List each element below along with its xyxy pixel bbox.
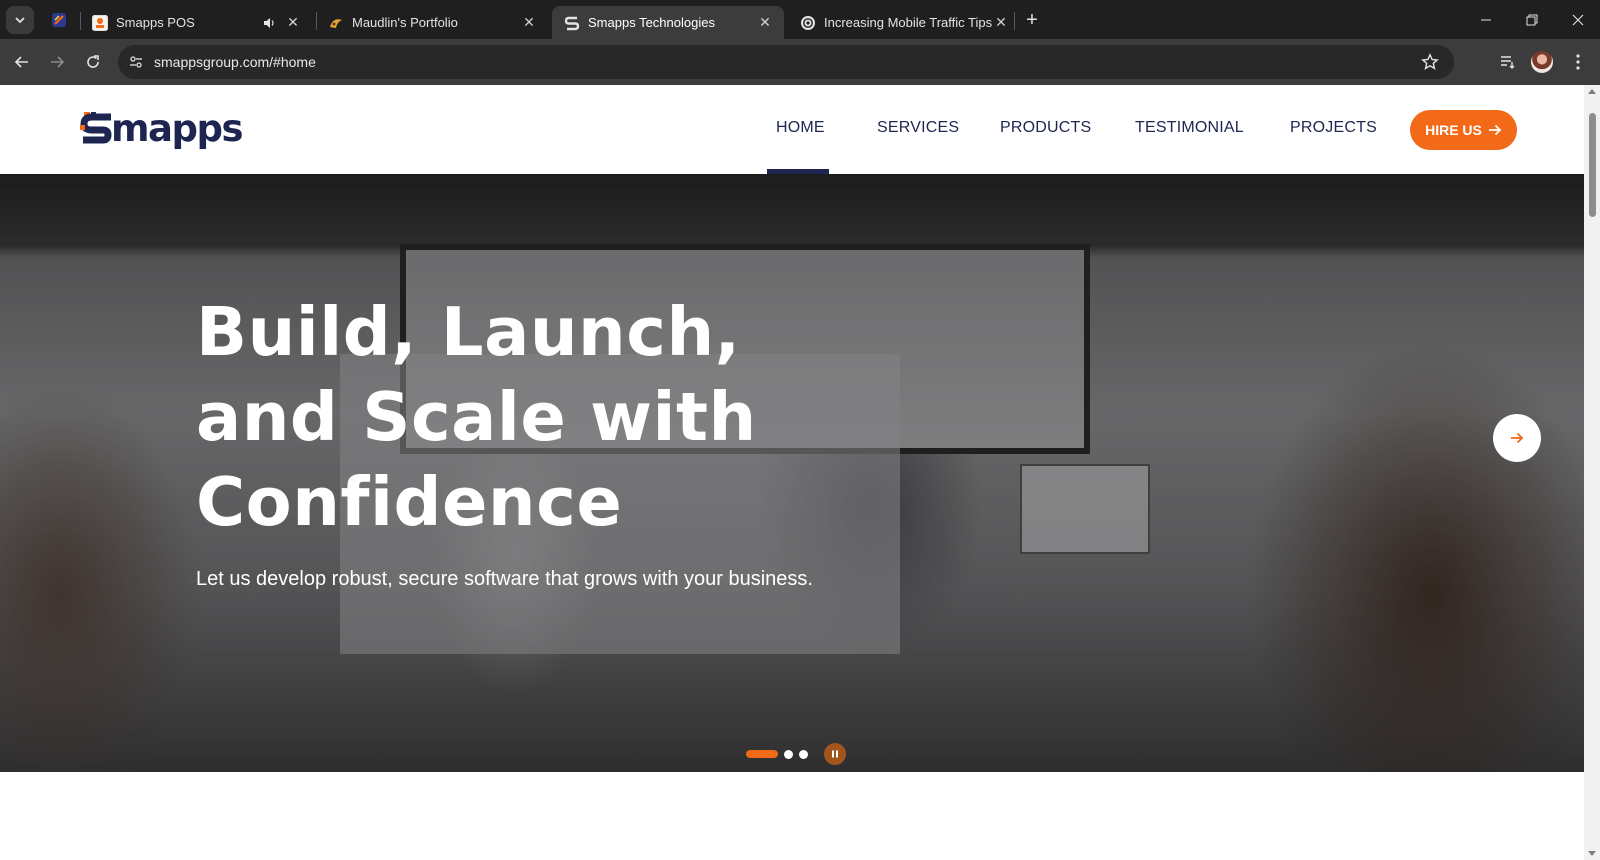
site-info-icon[interactable] [124,50,148,74]
hire-us-label: HIRE US [1425,122,1482,138]
hero-slider: Build, Launch, and Scale with Confidence… [0,174,1584,772]
close-icon [1572,14,1584,25]
arrow-right-icon [1488,124,1502,136]
reload-button[interactable] [79,48,107,76]
slide-dot[interactable] [799,749,808,759]
restore-icon [1526,14,1538,25]
tab-title: Maudlin's Portfolio [352,15,458,30]
browser-menu-icon[interactable] [1566,50,1590,74]
browser-toolbar: smappsgroup.com/#home [0,39,1600,85]
profile-avatar[interactable] [1531,51,1553,73]
scroll-up-arrow-icon[interactable] [1588,89,1596,94]
slide-dot[interactable] [784,749,793,759]
hero-subtitle: Let us develop robust, secure software t… [196,568,813,590]
page-viewport: mapps HOME SERVICES PRODUCTS TESTIMONIAL… [0,85,1584,860]
page-scrollbar[interactable] [1584,85,1600,860]
tab-smapps-technologies[interactable]: Smapps Technologies ✕ [552,6,784,39]
hire-us-button[interactable]: HIRE US [1410,110,1517,150]
pause-icon [832,750,838,758]
site-header: mapps HOME SERVICES PRODUCTS TESTIMONIAL… [0,85,1584,174]
url-text[interactable]: smappsgroup.com/#home [154,54,316,70]
tab-mobile-traffic-tips[interactable]: Increasing Mobile Traffic Tips ✕ [788,6,1020,39]
scroll-down-arrow-icon[interactable] [1588,851,1596,856]
close-icon[interactable]: ✕ [520,14,538,32]
back-button[interactable] [8,48,36,76]
reload-icon [87,55,99,68]
browser-tab-strip: Smapps POS ✕ Maudlin's Portfolio ✕ Smapp… [0,0,1600,39]
nav-item-testimonial[interactable]: TESTIMONIAL [1135,119,1244,137]
scrollbar-thumb[interactable] [1589,113,1596,217]
nav-item-home[interactable]: HOME [776,119,825,137]
minimize-icon [1481,19,1491,20]
tab-search-button[interactable] [6,6,34,34]
nav-item-projects[interactable]: PROJECTS [1290,119,1377,137]
portfolio-favicon-icon [328,15,344,31]
tab-maudlins-portfolio[interactable]: Maudlin's Portfolio ✕ [316,6,548,39]
pinned-app-icon [52,13,66,27]
arrow-right-icon [1511,432,1524,444]
hero-title: Build, Launch, and Scale with Confidence [196,293,757,541]
tab-title: Increasing Mobile Traffic Tips [824,15,992,30]
slide-dot-active[interactable] [746,750,778,758]
chevron-down-icon [15,17,25,24]
close-icon[interactable]: ✕ [992,14,1010,32]
close-icon[interactable]: ✕ [756,14,774,32]
bookmark-star-icon[interactable] [1420,52,1440,72]
tab-title: Smapps Technologies [588,15,715,30]
restore-window-button[interactable] [1509,0,1555,39]
slide-indicators [746,743,846,765]
tab-separator [1014,12,1015,30]
forward-button[interactable] [43,48,71,76]
reading-list-icon[interactable] [1496,50,1520,74]
arrow-right-icon [51,56,65,68]
main-nav: HOME SERVICES PRODUCTS TESTIMONIAL PROJE… [0,85,1584,174]
minimize-window-button[interactable] [1463,0,1509,39]
nav-item-services[interactable]: SERVICES [877,119,959,137]
smapps-favicon-icon [564,15,580,31]
close-window-button[interactable] [1555,0,1600,39]
new-tab-button[interactable]: + [1020,8,1044,32]
tab-title: Smapps POS [116,15,195,30]
nav-item-products[interactable]: PRODUCTS [1000,119,1091,137]
address-bar[interactable]: smappsgroup.com/#home [118,45,1454,79]
next-slide-button[interactable] [1493,414,1541,462]
tab-smapps-pos[interactable]: Smapps POS ✕ [80,6,312,39]
arrow-left-icon [14,56,28,68]
speaker-icon[interactable] [260,14,278,32]
smapps-pos-favicon-icon [92,14,108,31]
pinned-tab[interactable] [44,6,74,34]
chatgpt-favicon-icon [800,15,816,31]
pause-slider-button[interactable] [824,743,846,765]
close-icon[interactable]: ✕ [284,14,302,32]
